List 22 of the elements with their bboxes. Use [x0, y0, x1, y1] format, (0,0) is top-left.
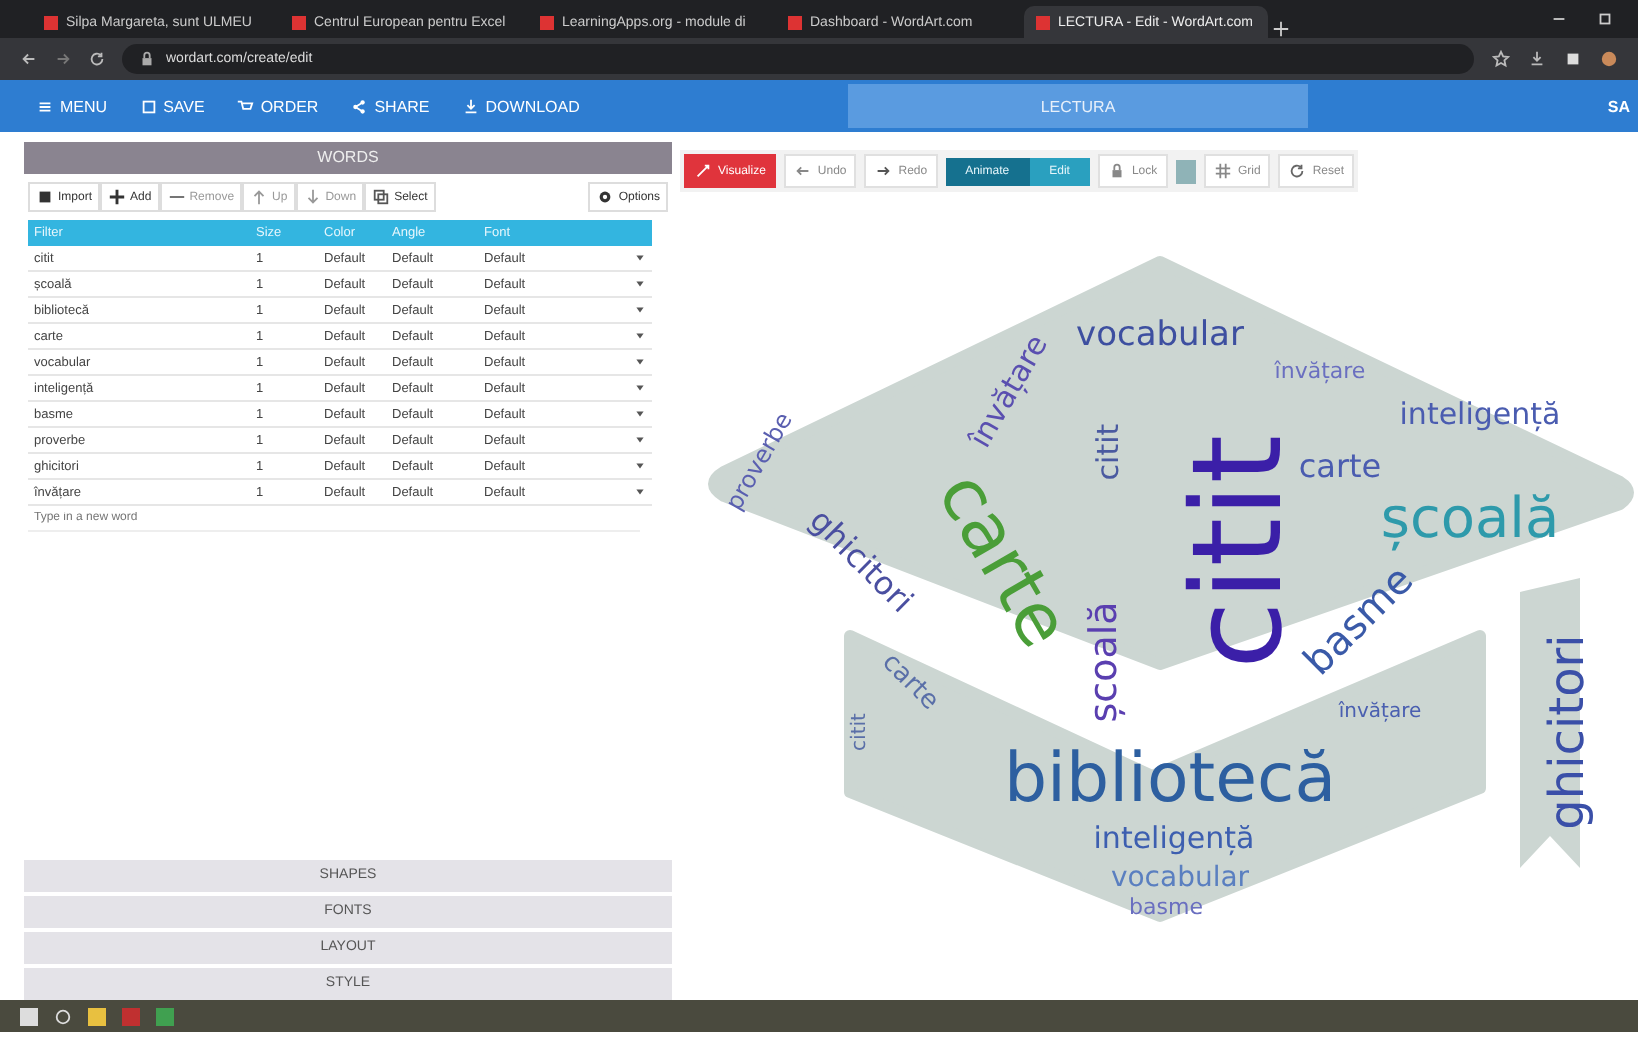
document-title[interactable]: LECTURA: [848, 84, 1308, 128]
cloud-word: învățare: [1274, 358, 1366, 385]
cloud-word: bibliotecă: [1003, 738, 1337, 819]
menu-button[interactable]: MENU: [24, 93, 120, 119]
cloud-word: carte: [1298, 446, 1382, 485]
menu-button[interactable]: SAVE: [127, 93, 217, 119]
cloud-word: ghicitori: [1539, 634, 1596, 830]
cloud-word: citit: [849, 713, 872, 751]
cloud-word: vocabular: [1110, 861, 1250, 894]
cloud-word: vocabular: [1076, 315, 1244, 356]
cloud-word: inteligență: [1399, 396, 1561, 433]
cloud-word: citit: [1090, 423, 1127, 481]
cloud-word: basme: [1129, 894, 1203, 921]
menu-button[interactable]: SHARE: [338, 93, 442, 119]
cloud-word: școală: [1082, 601, 1127, 723]
cut-off-menu-label[interactable]: SA: [1607, 97, 1638, 115]
cloud-word: inteligență: [1093, 820, 1255, 857]
words-header[interactable]: WORDS: [24, 142, 672, 174]
cloud-word: învățare: [1338, 701, 1422, 724]
cloud-word: școală: [1380, 485, 1560, 552]
menu-button[interactable]: DOWNLOAD: [449, 93, 592, 119]
menu-button[interactable]: ORDER: [224, 93, 331, 119]
